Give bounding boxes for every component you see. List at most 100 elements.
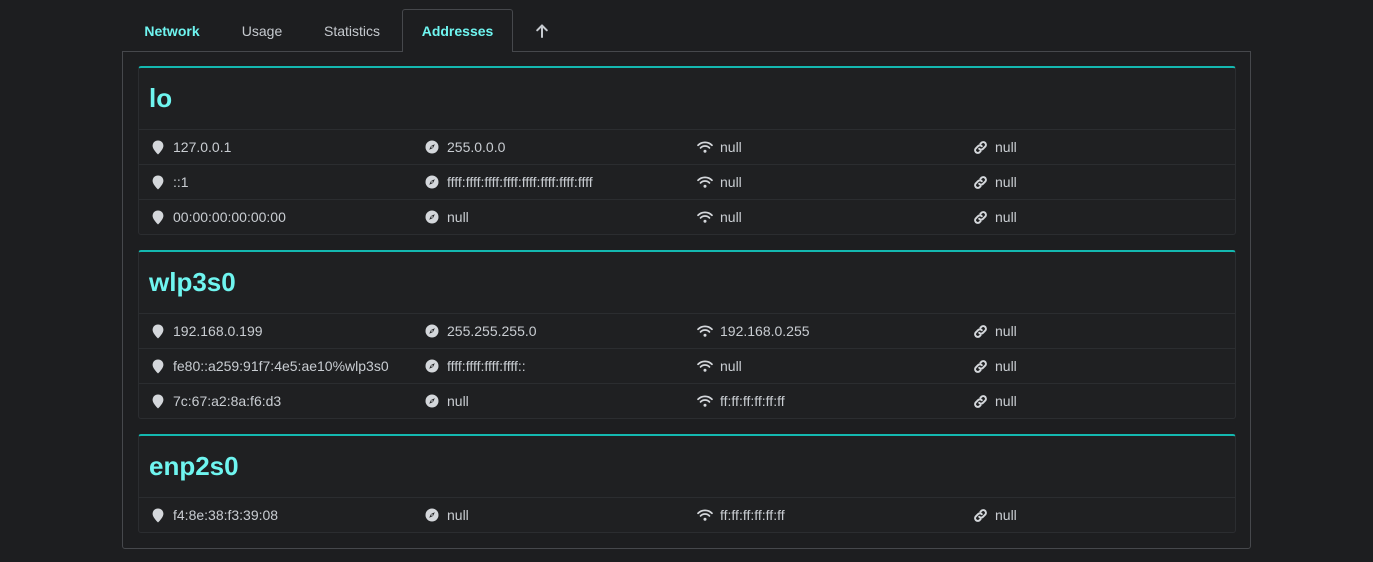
interface-card-enp2s0: enp2s0 f4:8e:38:f3:39:08 null ff:ff:ff:ff:… xyxy=(138,434,1236,533)
ptp-cell: null xyxy=(972,314,1017,348)
wifi-icon xyxy=(697,323,713,339)
address-cell: ::1 xyxy=(150,165,189,199)
broadcast-cell: null xyxy=(697,130,742,164)
interface-card-wlp3s0: wlp3s0 192.168.0.199 255.255.255.0 192.168… xyxy=(138,250,1236,419)
address-cell-value: 00:00:00:00:00:00 xyxy=(173,209,286,225)
compass-icon xyxy=(424,139,440,155)
broadcast-cell: null xyxy=(697,200,742,234)
address-cell-value: 192.168.0.199 xyxy=(173,323,263,339)
map-marker-icon xyxy=(150,323,166,339)
address-row: 7c:67:a2:8a:f6:d3 null ff:ff:ff:ff:ff:ff nu… xyxy=(139,384,1235,418)
map-marker-icon xyxy=(150,507,166,523)
broadcast-cell-value: null xyxy=(720,209,742,225)
netmask-cell-value: null xyxy=(447,507,469,523)
netmask-cell: ffff:ffff:ffff:ffff:: xyxy=(424,349,526,383)
ptp-cell: null xyxy=(972,165,1017,199)
address-cell: 00:00:00:00:00:00 xyxy=(150,200,286,234)
ptp-cell-value: null xyxy=(995,358,1017,374)
address-cell-value: ::1 xyxy=(173,174,189,190)
tab-addresses[interactable]: Addresses xyxy=(402,9,513,52)
link-icon xyxy=(972,323,988,339)
broadcast-cell: 192.168.0.255 xyxy=(697,314,810,348)
netmask-cell-value: 255.255.255.0 xyxy=(447,323,537,339)
address-cell-value: fe80::a259:91f7:4e5:ae10%wlp3s0 xyxy=(173,358,389,374)
tab-statistics[interactable]: Statistics xyxy=(302,9,402,52)
ptp-cell-value: null xyxy=(995,393,1017,409)
netmask-cell: 255.255.255.0 xyxy=(424,314,537,348)
wifi-icon xyxy=(697,358,713,374)
netmask-cell: null xyxy=(424,200,469,234)
ptp-cell: null xyxy=(972,498,1017,532)
ptp-cell-value: null xyxy=(995,174,1017,190)
netmask-cell: null xyxy=(424,498,469,532)
tab-network[interactable]: Network xyxy=(122,9,222,52)
map-marker-icon xyxy=(150,139,166,155)
ptp-cell: null xyxy=(972,200,1017,234)
link-icon xyxy=(972,393,988,409)
broadcast-cell-value: ff:ff:ff:ff:ff:ff xyxy=(720,393,785,409)
ptp-cell-value: null xyxy=(995,323,1017,339)
broadcast-cell-value: ff:ff:ff:ff:ff:ff xyxy=(720,507,785,523)
address-row: 00:00:00:00:00:00 null null null xyxy=(139,200,1235,234)
interface-card-lo: lo 127.0.0.1 255.0.0.0 null null::1 ffff:fff… xyxy=(138,66,1236,235)
broadcast-cell-value: 192.168.0.255 xyxy=(720,323,810,339)
address-cell-value: f4:8e:38:f3:39:08 xyxy=(173,507,279,523)
wifi-icon xyxy=(697,507,713,523)
link-icon xyxy=(972,507,988,523)
address-cell-value: 7c:67:a2:8a:f6:d3 xyxy=(173,393,282,409)
netmask-cell-value: null xyxy=(447,209,469,225)
tab-bar: Network Usage Statistics Addresses xyxy=(122,9,571,52)
broadcast-cell-value: null xyxy=(720,139,742,155)
interface-name: wlp3s0 xyxy=(139,252,1235,314)
address-row: f4:8e:38:f3:39:08 null ff:ff:ff:ff:ff:ff nu… xyxy=(139,498,1235,532)
address-row: 192.168.0.199 255.255.255.0 192.168.0.255 n… xyxy=(139,314,1235,349)
compass-icon xyxy=(424,209,440,225)
wifi-icon xyxy=(697,174,713,190)
arrow-up-icon xyxy=(535,24,549,38)
link-icon xyxy=(972,209,988,225)
address-row: ::1 ffff:ffff:ffff:ffff:ffff:ffff:ffff:ff… xyxy=(139,165,1235,200)
addresses-panel: lo 127.0.0.1 255.0.0.0 null null::1 ffff:fff… xyxy=(122,51,1251,549)
wifi-icon xyxy=(697,393,713,409)
ptp-cell: null xyxy=(972,384,1017,418)
compass-icon xyxy=(424,507,440,523)
map-marker-icon xyxy=(150,174,166,190)
netmask-cell-value: ffff:ffff:ffff:ffff:ffff:ffff:ffff:ffff xyxy=(447,174,593,190)
tab-usage[interactable]: Usage xyxy=(222,9,302,52)
address-cell-value: 127.0.0.1 xyxy=(173,139,232,155)
compass-icon xyxy=(424,358,440,374)
link-icon xyxy=(972,174,988,190)
map-marker-icon xyxy=(150,393,166,409)
address-cell: f4:8e:38:f3:39:08 xyxy=(150,498,278,532)
interface-name: enp2s0 xyxy=(139,436,1235,498)
link-icon xyxy=(972,139,988,155)
interface-name: lo xyxy=(139,68,1235,130)
address-cell: 192.168.0.199 xyxy=(150,314,263,348)
map-marker-icon xyxy=(150,358,166,374)
map-marker-icon xyxy=(150,209,166,225)
netmask-cell-value: null xyxy=(447,393,469,409)
broadcast-cell: null xyxy=(697,165,742,199)
ptp-cell-value: null xyxy=(995,139,1017,155)
netmask-cell: ffff:ffff:ffff:ffff:ffff:ffff:ffff:ffff xyxy=(424,165,593,199)
netmask-cell-value: 255.0.0.0 xyxy=(447,139,506,155)
address-cell: fe80::a259:91f7:4e5:ae10%wlp3s0 xyxy=(150,349,389,383)
broadcast-cell-value: null xyxy=(720,174,742,190)
broadcast-cell-value: null xyxy=(720,358,742,374)
wifi-icon xyxy=(697,209,713,225)
wifi-icon xyxy=(697,139,713,155)
ptp-cell-value: null xyxy=(995,209,1017,225)
compass-icon xyxy=(424,174,440,190)
broadcast-cell: ff:ff:ff:ff:ff:ff xyxy=(697,384,785,418)
compass-icon xyxy=(424,393,440,409)
ptp-cell-value: null xyxy=(995,507,1017,523)
broadcast-cell: ff:ff:ff:ff:ff:ff xyxy=(697,498,785,532)
address-cell: 7c:67:a2:8a:f6:d3 xyxy=(150,384,281,418)
netmask-cell: null xyxy=(424,384,469,418)
address-row: 127.0.0.1 255.0.0.0 null null xyxy=(139,130,1235,165)
compass-icon xyxy=(424,323,440,339)
scroll-top-button[interactable] xyxy=(513,9,571,52)
address-cell: 127.0.0.1 xyxy=(150,130,231,164)
address-row: fe80::a259:91f7:4e5:ae10%wlp3s0 ffff:ffff… xyxy=(139,349,1235,384)
ptp-cell: null xyxy=(972,349,1017,383)
